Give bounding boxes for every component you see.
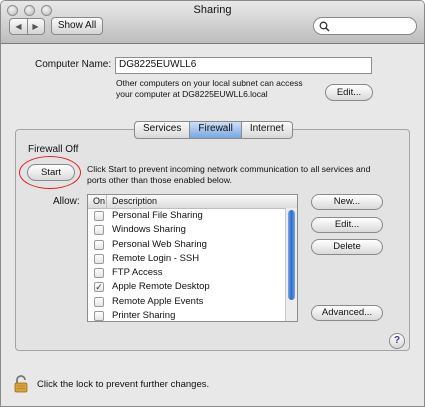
service-label: Personal Web Sharing [112, 238, 207, 250]
service-label: FTP Access [112, 267, 163, 279]
list-item[interactable]: Remote Apple Events [88, 295, 297, 309]
back-arrow-icon[interactable]: ◀ [10, 19, 28, 34]
list-item[interactable]: FTP Access [88, 266, 297, 280]
column-description-header[interactable]: Description [112, 195, 157, 208]
delete-button[interactable]: Delete [311, 239, 383, 255]
search-icon [319, 21, 330, 32]
column-on-header[interactable]: On [93, 195, 105, 208]
services-list: On Description Personal File Sharing Win… [87, 194, 298, 322]
list-item[interactable]: Windows Sharing [88, 223, 297, 237]
computer-info-line1: Other computers on your local subnet can… [116, 78, 303, 88]
nav-buttons: ◀ ▶ [9, 18, 45, 35]
sharing-window: Sharing ◀ ▶ Show All Computer Name: DG82… [0, 0, 425, 407]
lock-message: Click the lock to prevent further change… [37, 379, 210, 390]
start-description-line2: ports other than those enabled below. [87, 175, 232, 185]
list-item[interactable]: Printer Sharing [88, 309, 297, 322]
lock-icon[interactable] [13, 374, 29, 393]
allow-label: Allow: [53, 196, 80, 207]
list-item[interactable]: Remote Login - SSH [88, 252, 297, 266]
window-title: Sharing [193, 4, 232, 16]
sharing-tabs: Services Firewall Internet [134, 121, 293, 139]
service-checkbox-checked[interactable]: ✓ [94, 282, 104, 293]
list-item[interactable]: Personal File Sharing [88, 209, 297, 223]
firewall-status: Firewall Off [28, 144, 79, 155]
service-label: Windows Sharing [112, 224, 186, 236]
service-checkbox[interactable] [94, 296, 104, 307]
list-item[interactable]: Personal Web Sharing [88, 238, 297, 252]
start-button[interactable]: Start [27, 164, 75, 181]
tab-internet[interactable]: Internet [242, 122, 292, 138]
help-button[interactable]: ? [389, 333, 405, 349]
computer-info-line2: your computer at DG8225EUWLL6.local [116, 89, 268, 99]
advanced-button[interactable]: Advanced... [311, 305, 383, 321]
service-label: Remote Login - SSH [112, 252, 200, 264]
computer-name-field[interactable]: DG8225EUWLL6 [115, 57, 372, 74]
title-bar: Sharing ◀ ▶ Show All [1, 1, 424, 44]
start-description-line1: Click Start to prevent incoming network … [87, 164, 371, 174]
forward-arrow-icon[interactable]: ▶ [27, 19, 44, 34]
list-scrollbar[interactable] [285, 208, 297, 321]
service-checkbox[interactable] [94, 211, 104, 221]
tab-firewall[interactable]: Firewall [190, 122, 242, 138]
service-label: Remote Apple Events [112, 295, 204, 307]
service-checkbox[interactable] [94, 311, 104, 321]
service-checkbox[interactable] [94, 253, 104, 264]
show-all-button[interactable]: Show All [51, 17, 103, 35]
list-item[interactable]: ✓ Apple Remote Desktop [88, 280, 297, 294]
service-label: Printer Sharing [112, 310, 176, 322]
service-checkbox[interactable] [94, 239, 104, 250]
new-button[interactable]: New... [311, 194, 383, 210]
column-divider [106, 195, 107, 208]
service-label: Apple Remote Desktop [112, 281, 210, 293]
search-field[interactable] [313, 17, 417, 35]
tab-services[interactable]: Services [135, 122, 191, 138]
computer-name-edit-button[interactable]: Edit... [325, 84, 373, 101]
service-label: Personal File Sharing [112, 210, 203, 221]
computer-name-label: Computer Name: [35, 59, 112, 70]
scrollbar-thumb[interactable] [288, 210, 295, 300]
edit-service-button[interactable]: Edit... [311, 217, 383, 233]
list-header: On Description [88, 195, 297, 209]
service-checkbox[interactable] [94, 268, 104, 279]
service-checkbox[interactable] [94, 225, 104, 236]
